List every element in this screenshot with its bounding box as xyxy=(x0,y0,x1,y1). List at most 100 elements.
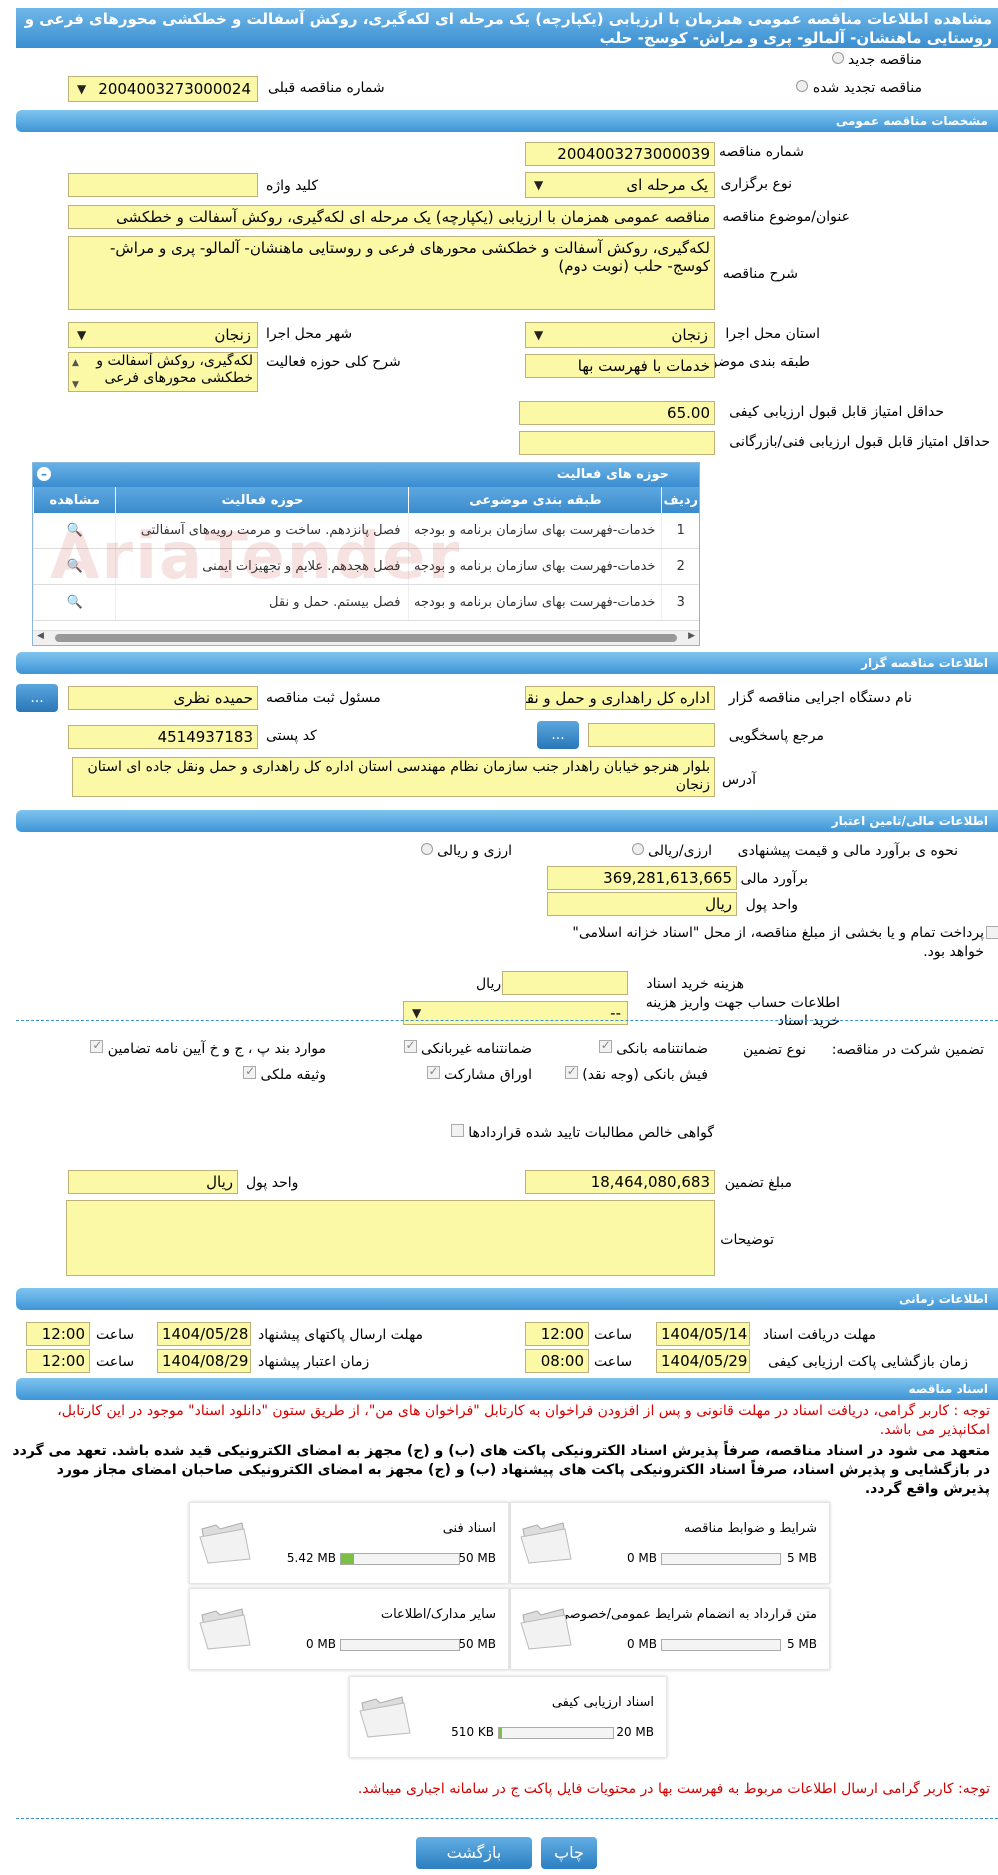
scroll-right-icon[interactable]: ▶ xyxy=(688,631,695,641)
guarantee-property[interactable]: وثیقه ملکی xyxy=(243,1064,326,1083)
province-value: زنجان xyxy=(671,326,708,344)
page-title: مشاهده اطلاعات مناقصه عمومی همزمان با ار… xyxy=(16,8,998,48)
documents-notice: توجه : کاربر گرامی، دریافت اسناد در مهلت… xyxy=(57,1403,990,1438)
row-index: 2 xyxy=(661,548,699,585)
divider xyxy=(16,1020,998,1021)
guarantee-receipt[interactable]: فیش بانکی (وجه نقد) xyxy=(564,1064,708,1083)
new-tender-option[interactable]: مناقصه جدید xyxy=(831,52,922,68)
file-box-contract[interactable]: متن قرارداد به انضمام شرایط عمومی/خصوصی … xyxy=(510,1588,830,1670)
renewed-tender-radio[interactable] xyxy=(796,80,809,92)
submit-time[interactable]: 12:00 xyxy=(26,1322,90,1346)
doc-receive-date[interactable]: 1404/05/14 xyxy=(656,1322,750,1346)
grid-scrollbar[interactable]: ◀ ▶ xyxy=(33,630,699,645)
registrar-lookup-button[interactable]: ... xyxy=(16,684,58,712)
guarantee-receipt-checkbox[interactable] xyxy=(564,1064,578,1079)
city-label: شهر محل اجرا xyxy=(266,326,353,342)
guarantee-property-checkbox[interactable] xyxy=(243,1064,257,1079)
description-field[interactable]: لکه‌گیری، روکش آسفالت و خطکشی محورهای فر… xyxy=(68,236,715,310)
min-tech-label: حداقل امتیاز قابل قبول ارزیابی فنی/بازرگ… xyxy=(729,434,990,450)
doc-cost-field[interactable] xyxy=(502,971,628,995)
doc-receive-label: مهلت دریافت اسناد xyxy=(762,1327,876,1343)
file-box-technical[interactable]: اسناد فنی 50 MB 5.42 MB xyxy=(189,1502,509,1584)
grid-scroll-thumb[interactable] xyxy=(55,634,677,642)
validity-time[interactable]: 12:00 xyxy=(26,1349,90,1373)
guarantee-items-label: موارد بند پ ، ج و خ آیین نامه تضامین xyxy=(107,1041,326,1057)
submit-date[interactable]: 1404/05/28 xyxy=(157,1322,251,1346)
col-index: ردیف xyxy=(661,487,699,513)
province-label: استان محل اجرا xyxy=(725,326,820,342)
type-select[interactable]: یک مرحله ای ▼ xyxy=(525,172,715,198)
guarantee-receivables[interactable]: گواهی خالص مطالبات تایید شده قراردادها xyxy=(450,1124,714,1141)
org-field[interactable]: اداره کل راهداری و حمل و نقل xyxy=(525,686,715,710)
islamic-bonds-checkbox[interactable] xyxy=(986,926,998,939)
doc-receive-time[interactable]: 12:00 xyxy=(525,1322,589,1346)
guarantee-amount-field[interactable]: 18,464,080,683 xyxy=(525,1170,715,1194)
guarantee-currency-field[interactable]: ریال xyxy=(68,1170,238,1194)
guarantee-receivables-checkbox[interactable] xyxy=(450,1124,464,1137)
guarantee-items[interactable]: موارد بند پ ، ج و خ آیین نامه تضامین xyxy=(90,1038,326,1057)
registrar-field[interactable]: حمیده نظری xyxy=(68,686,258,710)
method-option-1[interactable]: ارزی/ریالی xyxy=(631,843,712,859)
keyword-field[interactable] xyxy=(68,173,258,197)
section-organizer: اطلاعات مناقصه گزار xyxy=(16,652,998,674)
registrar-label: مسئول ثبت مناقصه xyxy=(266,690,381,706)
currency-field[interactable]: ریال xyxy=(547,892,737,916)
ref-lookup-button[interactable]: ... xyxy=(537,721,579,749)
file-box-other[interactable]: سایر مدارک/اطلاعات 50 MB 0 MB xyxy=(189,1588,509,1670)
scroll-down-icon[interactable]: ▼ xyxy=(72,377,79,391)
validity-date[interactable]: 1404/08/29 xyxy=(157,1349,251,1373)
tender-number-field[interactable]: 2004003273000039 xyxy=(525,142,715,166)
min-tech-field[interactable] xyxy=(519,431,715,455)
ref-field[interactable] xyxy=(588,723,715,747)
scroll-left-icon[interactable]: ◀ xyxy=(37,631,44,641)
notes-field[interactable] xyxy=(66,1200,715,1276)
city-value: زنجان xyxy=(214,326,251,344)
section-documents: اسناد مناقصه xyxy=(16,1378,998,1400)
renewed-tender-option[interactable]: مناقصه تجدید شده xyxy=(796,80,922,96)
new-tender-radio[interactable] xyxy=(831,52,844,64)
postal-field[interactable]: 4514937183 xyxy=(68,725,258,749)
guarantee-bank[interactable]: ضمانتنامه بانکی xyxy=(598,1038,708,1057)
guarantee-items-checkbox[interactable] xyxy=(90,1038,104,1053)
address-field[interactable]: بلوار هنرجو خیابان راهدار جنب سازمان نظا… xyxy=(72,757,715,797)
method-option-2-label: ارزی و ریالی xyxy=(437,843,512,859)
currency-label: واحد پول xyxy=(745,897,798,913)
min-quality-field[interactable]: 65.00 xyxy=(519,401,715,425)
method-option-2[interactable]: ارزی و ریالی xyxy=(420,843,512,859)
file-usage-bar xyxy=(498,1727,614,1739)
section-general: مشخصات مناقصه عمومی xyxy=(16,110,998,132)
file-name: شرایط و ضوابط مناقصه xyxy=(684,1521,817,1536)
collapse-icon[interactable]: – xyxy=(37,467,51,481)
method-option-1-radio[interactable] xyxy=(631,843,644,855)
category-field[interactable]: خدمات با فهرست بها xyxy=(525,354,715,378)
previous-number-select[interactable]: 2004003273000024 ▼ xyxy=(68,76,258,102)
estimate-field[interactable]: 369,281,613,665 xyxy=(547,866,737,890)
file-box-quality[interactable]: اسناد ارزیابی کیفی 20 MB 510 KB xyxy=(349,1676,667,1758)
activity-desc-field[interactable]: لکه‌گیری، روکش آسفالت و خطکشی محورهای فر… xyxy=(68,352,258,392)
open-date[interactable]: 1404/05/29 xyxy=(656,1349,750,1373)
scroll-up-icon[interactable]: ▲ xyxy=(72,355,79,372)
guarantee-bank-checkbox[interactable] xyxy=(598,1038,612,1053)
min-quality-label: حداقل امتیاز قابل قبول ارزیابی کیفی xyxy=(729,404,944,420)
guarantee-bonds-checkbox[interactable] xyxy=(426,1064,440,1079)
divider xyxy=(16,1818,998,1819)
back-button[interactable]: بازگشت xyxy=(416,1837,532,1869)
account-select[interactable]: -- ▼ xyxy=(403,1001,628,1025)
file-name: اسناد فنی xyxy=(442,1521,496,1536)
city-select[interactable]: زنجان ▼ xyxy=(68,322,258,348)
time-label: ساعت xyxy=(96,1327,135,1343)
activity-grid-title: حوزه های فعالیت xyxy=(556,467,669,482)
open-time[interactable]: 08:00 xyxy=(525,1349,589,1373)
file-name: متن قرارداد به انضمام شرایط عمومی/خصوصی xyxy=(558,1607,817,1622)
guarantee-nonbank-checkbox[interactable] xyxy=(403,1038,417,1053)
province-select[interactable]: زنجان ▼ xyxy=(525,322,715,348)
method-option-2-radio[interactable] xyxy=(420,843,433,855)
guarantee-bonds[interactable]: اوراق مشارکت xyxy=(426,1064,532,1083)
subject-field[interactable]: مناقصه عمومی همزمان با ارزیابی (یکپارچه)… xyxy=(68,205,715,229)
renewed-tender-label: مناقصه تجدید شده xyxy=(812,80,922,96)
account-label: اطلاعات حساب جهت واریز هزینه خرید اسناد xyxy=(645,995,840,1029)
file-box-terms[interactable]: شرایط و ضوابط مناقصه 5 MB 0 MB xyxy=(510,1502,830,1584)
open-label: زمان بازگشایی پاکت ارزیابی کیفی xyxy=(768,1354,968,1370)
guarantee-nonbank[interactable]: ضمانتنامه غیربانکی xyxy=(403,1038,532,1057)
print-button[interactable]: چاپ xyxy=(541,1837,597,1869)
